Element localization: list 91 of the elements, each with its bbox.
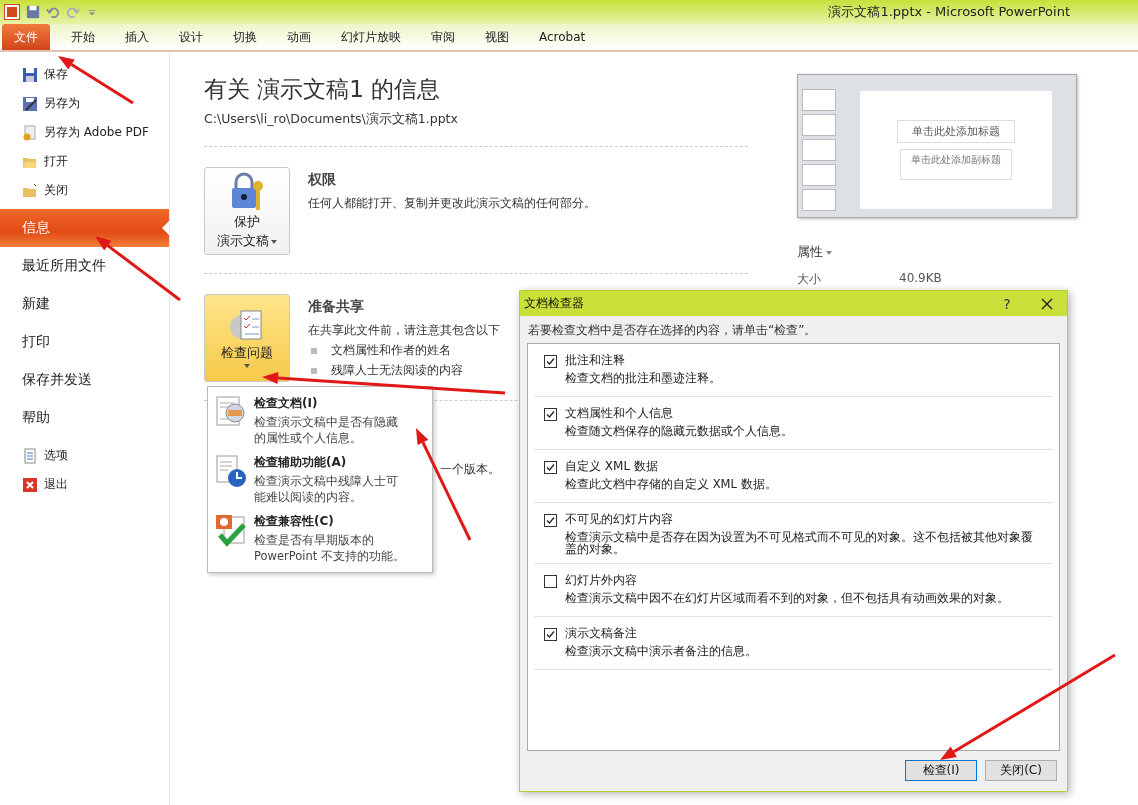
menu-item-description: 检查演示文稿中残障人士可能难以阅读的内容。 [254,473,399,505]
ribbon-tab[interactable]: 审阅 [416,24,470,50]
menu-command[interactable]: 另存为 Adobe PDF [0,118,169,147]
file-path: C:\Users\li_ro\Documents\演示文稿1.pptx [204,111,459,128]
document-list-icon [22,447,38,464]
slide-thumbnail [802,114,836,136]
sidebar-item[interactable]: 保存并发送 [0,361,169,399]
ribbon-tab[interactable]: 幻灯片放映 [326,24,416,50]
slide-title: 单击此处添加标题 [897,120,1015,143]
slide-thumbnail [802,189,836,211]
option-description: 检查随文档保存的隐藏元数据或个人信息。 [565,425,793,437]
menu-command[interactable]: 打开 [0,147,169,176]
slide-thumbnail [802,164,836,186]
property-label: 大小 [797,271,822,288]
sidebar-item[interactable]: 帮助 [0,399,169,437]
section-title: 准备共享 [308,298,365,316]
document-checklist-icon [229,308,265,343]
dialog-title: 文档检查器 [524,295,584,312]
ribbon-tab[interactable]: 设计 [164,24,218,50]
menu-command[interactable]: 保存 [0,60,169,89]
menu-item-title[interactable]: 检查兼容性(C) [254,513,406,530]
floppy-pencil-icon [22,95,38,112]
ribbon-tab[interactable]: 开始 [56,24,110,50]
option-title: 文档属性和个人信息 [565,405,674,422]
menu-command[interactable]: 关闭 [0,176,169,205]
property-value: 40.9KB [899,271,942,287]
caret-icon [271,239,277,244]
slide-thumbnail [802,89,836,111]
document-gear-icon [22,124,38,141]
option-description: 检查演示文稿中演示者备注的信息。 [565,645,757,657]
redo-icon [66,5,80,19]
checkbox[interactable] [544,408,557,421]
instruction-text: 若要检查文档中是否存在选择的内容，请单击“检查”。 [527,322,818,339]
help-button[interactable]: ? [987,295,1027,312]
close-icon[interactable] [1041,297,1053,310]
window-title: 演示文稿1.pptx - Microsoft PowerPoint [828,3,1070,21]
app-logo-icon [4,4,20,20]
checkbox[interactable] [544,628,557,641]
option-title: 幻灯片外内容 [565,572,638,589]
dropdown-button[interactable]: 保护 演示文稿 [204,167,290,255]
sidebar-item[interactable]: 信息 [0,209,169,247]
undo-icon [46,5,60,19]
slide-checkmark-icon [214,513,248,547]
document-magnifier-icon [214,395,248,429]
option-title: 不可见的幻灯片内容 [565,511,674,528]
dialog-button[interactable]: 检查(I) [905,760,977,781]
bullet-item: 文档属性和作者的姓名 [308,342,500,359]
option-title: 演示文稿备注 [565,625,638,642]
section-description: 在共享此文件前，请注意其包含以下 [308,322,500,339]
slide-thumbnail [802,139,836,161]
ribbon-tab[interactable]: 插入 [110,24,164,50]
sidebar-item[interactable]: 新建 [0,285,169,323]
checkbox[interactable] [544,514,557,527]
ribbon-tab[interactable]: 切换 [218,24,272,50]
slide-subtitle: 单击此处添加副标题 [900,149,1012,180]
caret-icon [826,250,832,255]
bullet-item: 残障人士无法阅读的内容 [308,362,500,379]
option-description: 检查演示文稿中因不在幻灯片区域而看不到的对象，但不包括具有动画效果的对象。 [565,592,1009,604]
sidebar-item[interactable]: 最近所用文件 [0,247,169,285]
section-description: 一个版本。 [440,461,500,478]
menu-item-description: 检查是否有早期版本的 PowerPoint 不支持的功能。 [254,532,406,564]
option-description: 检查文档的批注和墨迹注释。 [565,372,721,384]
menu-command[interactable]: 退出 [0,470,169,499]
menu-command[interactable]: 选项 [0,441,169,470]
properties-dropdown[interactable]: 属性 [797,244,1138,261]
option-description: 检查此文档中存储的自定义 XML 数据。 [565,478,777,490]
padlock-key-icon [230,172,264,212]
checkbox[interactable] [544,461,557,474]
menu-item-description: 检查演示文稿中是否有隐藏的属性或个人信息。 [254,414,399,446]
folder-icon [22,182,38,199]
checkbox[interactable] [544,355,557,368]
dropdown-button[interactable]: 检查问题 [204,294,290,382]
sidebar-item[interactable]: 打印 [0,323,169,361]
caret-icon [244,363,250,368]
ribbon-tab[interactable]: 视图 [470,24,524,50]
page-heading: 有关 演示文稿1 的信息 [204,75,442,104]
close-box-icon [22,476,38,493]
option-title: 批注和注释 [565,352,626,369]
section-description: 任何人都能打开、复制并更改此演示文稿的任何部分。 [308,195,596,212]
menu-item-title[interactable]: 检查辅助功能(A) [254,454,406,471]
file-tab[interactable]: 文件 [2,24,50,50]
menu-command[interactable]: 另存为 [0,89,169,118]
document-clock-icon [214,454,248,488]
ribbon-tab[interactable]: Acrobat [524,24,601,50]
dialog-button[interactable]: 关闭(C) [985,760,1057,781]
menu-item-title[interactable]: 检查文档(I) [254,395,406,412]
ribbon-tab[interactable]: 动画 [272,24,326,50]
option-description: 检查演示文稿中是否存在因为设置为不可见格式而不可见的对象。这不包括被其他对象覆盖的对象。 [565,531,1034,555]
section-title: 权限 [308,171,337,189]
checkbox[interactable] [544,575,557,588]
option-title: 自定义 XML 数据 [565,458,659,475]
